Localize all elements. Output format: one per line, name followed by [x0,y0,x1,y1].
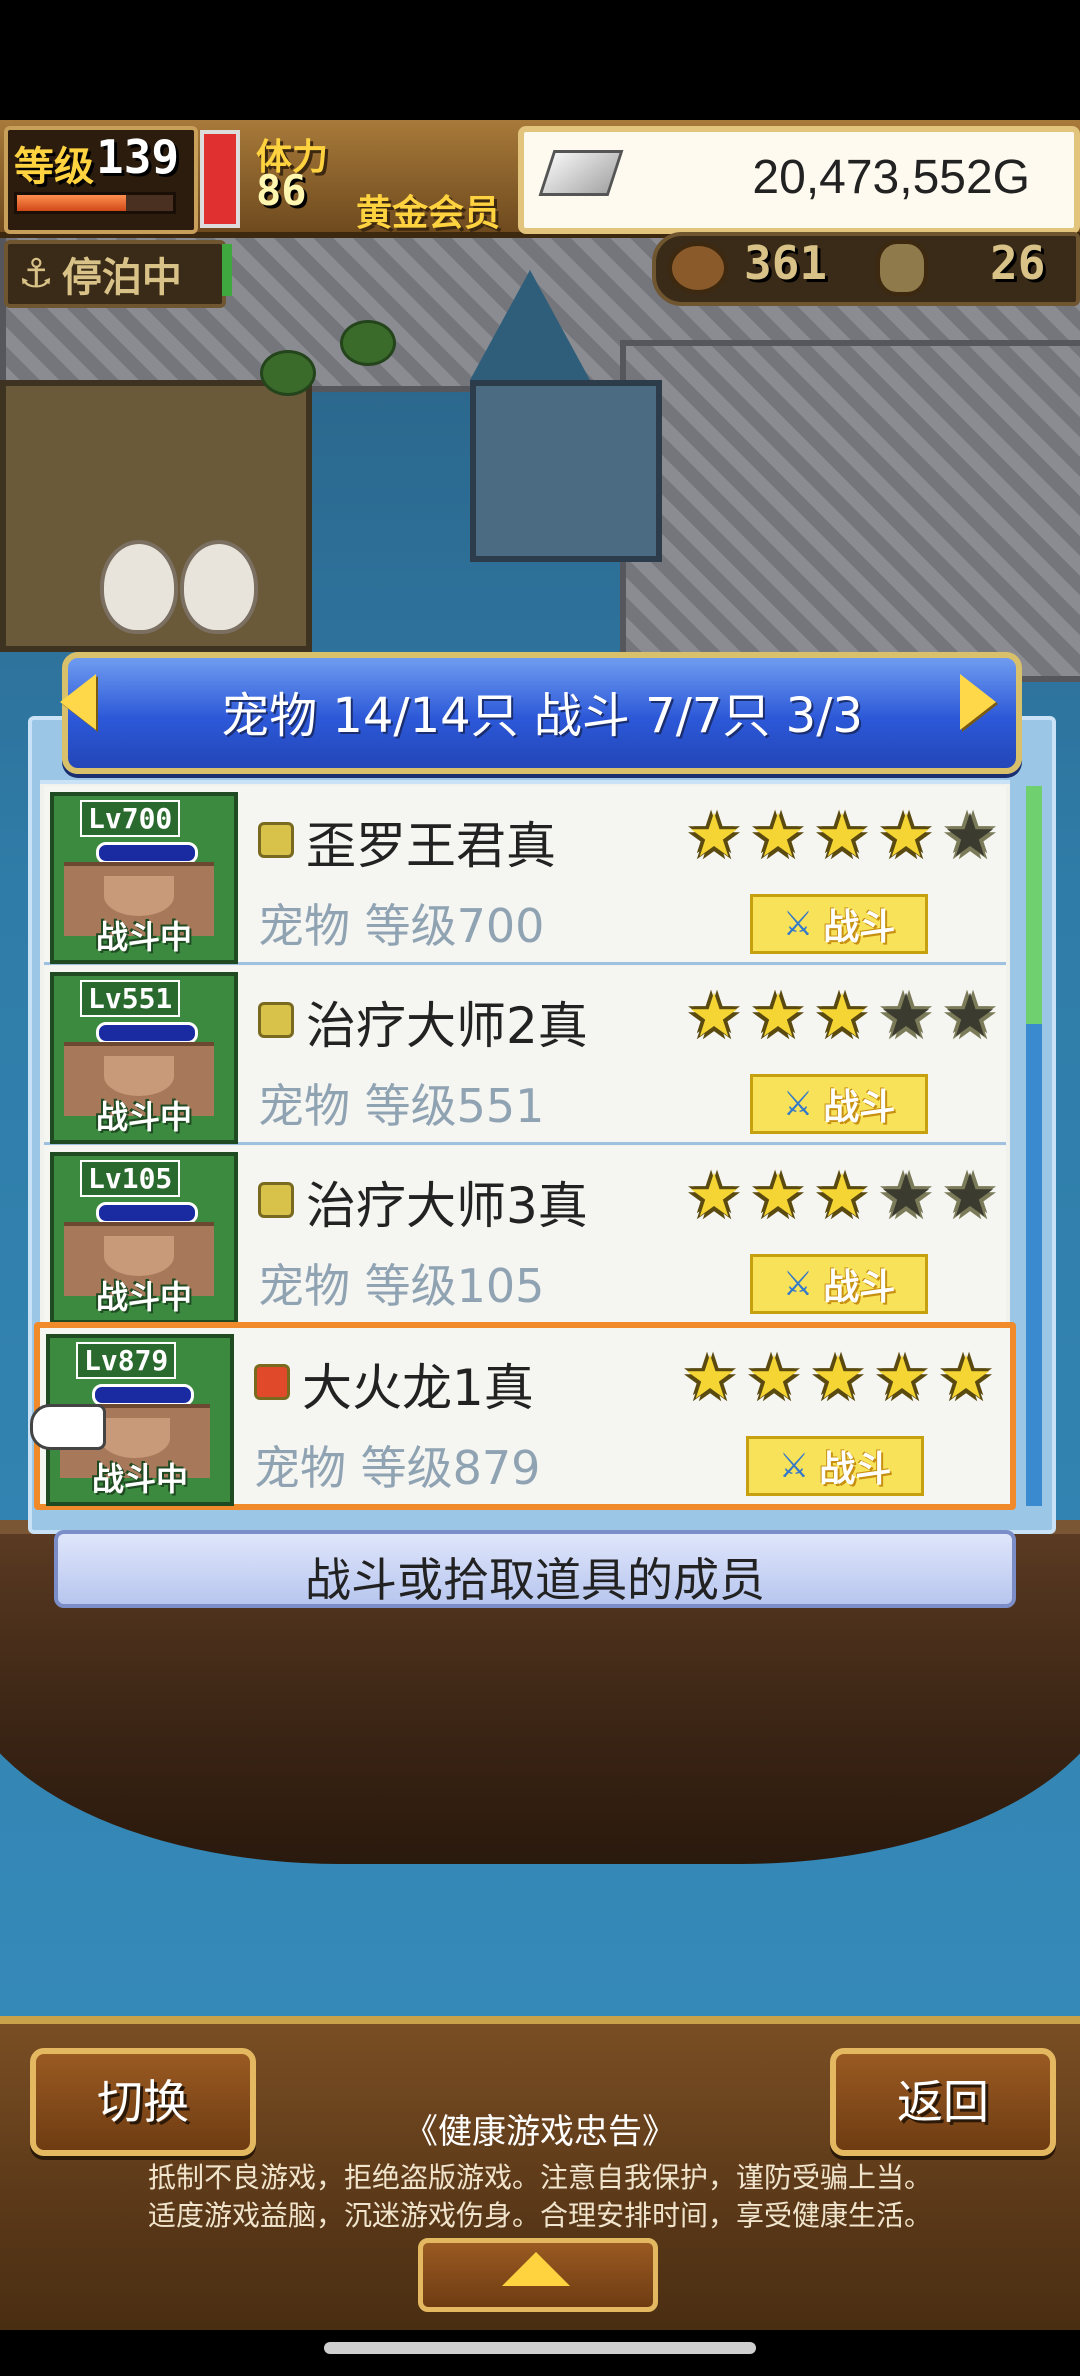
star-icon: ★ [747,1343,801,1413]
star-icon: ★ [879,981,933,1051]
star-icon: ★ [751,801,805,871]
star-icon: ★ [683,1343,737,1413]
star-icon: ★ [751,1161,805,1231]
health-notice-line: 抵制不良游戏，拒绝盗版游戏。注意自我保护，谨防受骗上当。 [147,2161,932,2194]
star-icon: ★ [811,1343,865,1413]
pet-name: 治疗大师3真 [306,1177,588,1235]
egg-decoration [180,540,258,634]
star-icon: ★ [687,1161,741,1231]
pet-rating: ★ ★ ★ ★ ★ [684,1166,1000,1230]
star-icon: ★ [943,1161,997,1231]
pet-portrait: Lv551 战斗中 [50,972,238,1144]
element-icon [258,1002,294,1038]
sword-icon: ⚔ [782,1264,814,1304]
pet-info: 宠物 等级105 [258,1259,545,1313]
element-icon [258,822,294,858]
pet-rating: ★ ★ ★ ★ ★ [684,806,1000,870]
member-rank-label: 黄金会员 [356,193,501,234]
fight-button[interactable]: ⚔ 战斗 [750,1074,928,1134]
pet-rating: ★ ★ ★ ★ ★ [684,986,1000,1050]
sword-icon: ⚔ [782,904,814,944]
star-icon: ★ [751,981,805,1051]
pet-name: 治疗大师2真 [306,997,588,1055]
fight-button[interactable]: ⚔ 战斗 [750,894,928,954]
pet-status-label: 战斗中 [91,1460,188,1498]
fight-button[interactable]: ⚔ 战斗 [746,1436,924,1496]
pet-panel-title: 宠物 14/14只 战斗 7/7只 3/3 [221,688,863,744]
stamina-gauge-fill [204,134,236,224]
money-value: 20,473,552G [752,151,1030,204]
sword-icon: ⚔ [782,1084,814,1124]
pet-hp-bar [96,1022,198,1044]
star-icon: ★ [875,1343,929,1413]
fight-button[interactable]: ⚔ 战斗 [750,1254,928,1314]
star-icon: ★ [815,981,869,1051]
pet-name: 大火龙1真 [302,1359,534,1417]
star-icon: ★ [879,1161,933,1231]
resource2-value: 26 [990,236,1046,290]
pet-row[interactable]: Lv879 战斗中 大火龙1真 宠物 等级879 ★ ★ ★ ★ ★ ⚔ 战斗 [34,1322,1016,1510]
pet-info: 宠物 等级700 [258,899,545,953]
health-notice-line: 适度游戏益脑，沉迷游戏伤身。合理安排时间，享受健康生活。 [147,2199,932,2232]
star-icon: ★ [815,801,869,871]
star-icon: ★ [939,1343,993,1413]
pet-portrait: Lv700 战斗中 [50,792,238,964]
pet-portrait: Lv105 战斗中 [50,1152,238,1324]
pet-hp-bar [92,1384,194,1406]
star-icon: ★ [687,981,741,1051]
bush-decoration [340,320,396,366]
pet-level-badge: Lv879 [76,1342,177,1379]
bush-decoration [260,350,316,396]
pet-row[interactable]: Lv105 战斗中 治疗大师3真 宠物 等级105 ★ ★ ★ ★ ★ ⚔ 战斗 [44,1146,1006,1325]
pet-row[interactable]: Lv551 战斗中 治疗大师2真 宠物 等级551 ★ ★ ★ ★ ★ ⚔ 战斗 [44,966,1006,1145]
element-icon [254,1364,290,1400]
resource1-value: 361 [744,236,828,290]
barrel-icon [668,242,728,294]
anchor-icon: ⚓ [18,251,54,297]
fight-button-label: 战斗 [823,907,896,948]
fight-button-label: 战斗 [823,1087,896,1128]
star-icon: ★ [687,801,741,871]
pet-info: 宠物 等级879 [254,1441,541,1495]
pet-status-label: 战斗中 [95,918,192,956]
anchor-status-button[interactable]: ⚓ 停泊中 [4,240,226,308]
star-icon: ★ [879,801,933,871]
pet-info: 宠物 等级551 [258,1079,545,1133]
star-icon: ★ [943,981,997,1051]
star-icon: ★ [943,801,997,871]
anchor-status-label: 停泊中 [61,255,182,301]
stone-pier-right [620,340,1080,682]
fight-button-label: 战斗 [823,1267,896,1308]
egg-decoration [100,540,178,634]
fight-button-label: 战斗 [819,1449,892,1490]
up-arrow-icon [502,2252,570,2286]
health-notice-title: 《健康游戏忠告》 [404,2112,676,2152]
pet-hp-bar [96,1202,198,1224]
status-flag [222,244,232,296]
pet-status-label: 战斗中 [95,1278,192,1316]
pet-hp-bar [96,842,198,864]
medal-icon [876,240,928,296]
pet-name: 歪罗王君真 [306,817,556,875]
level-value: 139 [96,130,180,184]
pet-level-badge: Lv551 [80,980,181,1017]
pet-status-label: 战斗中 [95,1098,192,1136]
pet-row[interactable]: Lv700 战斗中 歪罗王君真 宠物 等级700 ★ ★ ★ ★ ★ ⚔ 战斗 [44,786,1006,965]
pet-list-scrollbar-thumb[interactable] [1026,786,1042,1024]
pet-rating: ★ ★ ★ ★ ★ [680,1348,996,1412]
element-icon [258,1182,294,1218]
silver-ingot-icon [538,150,624,196]
home-indicator[interactable] [324,2342,756,2354]
sword-icon: ⚔ [778,1446,810,1486]
level-label: 等级 [14,144,94,190]
castle-roof [470,270,590,380]
pointer-hand-icon [30,1404,106,1450]
hint-text: 战斗或拾取道具的成员 [305,1553,765,1607]
pet-level-badge: Lv105 [80,1160,181,1197]
level-exp-fill [17,195,126,211]
star-icon: ★ [815,1161,869,1231]
stamina-value: 86 [256,166,307,215]
castle-building [470,380,662,562]
pet-level-badge: Lv700 [80,800,181,837]
